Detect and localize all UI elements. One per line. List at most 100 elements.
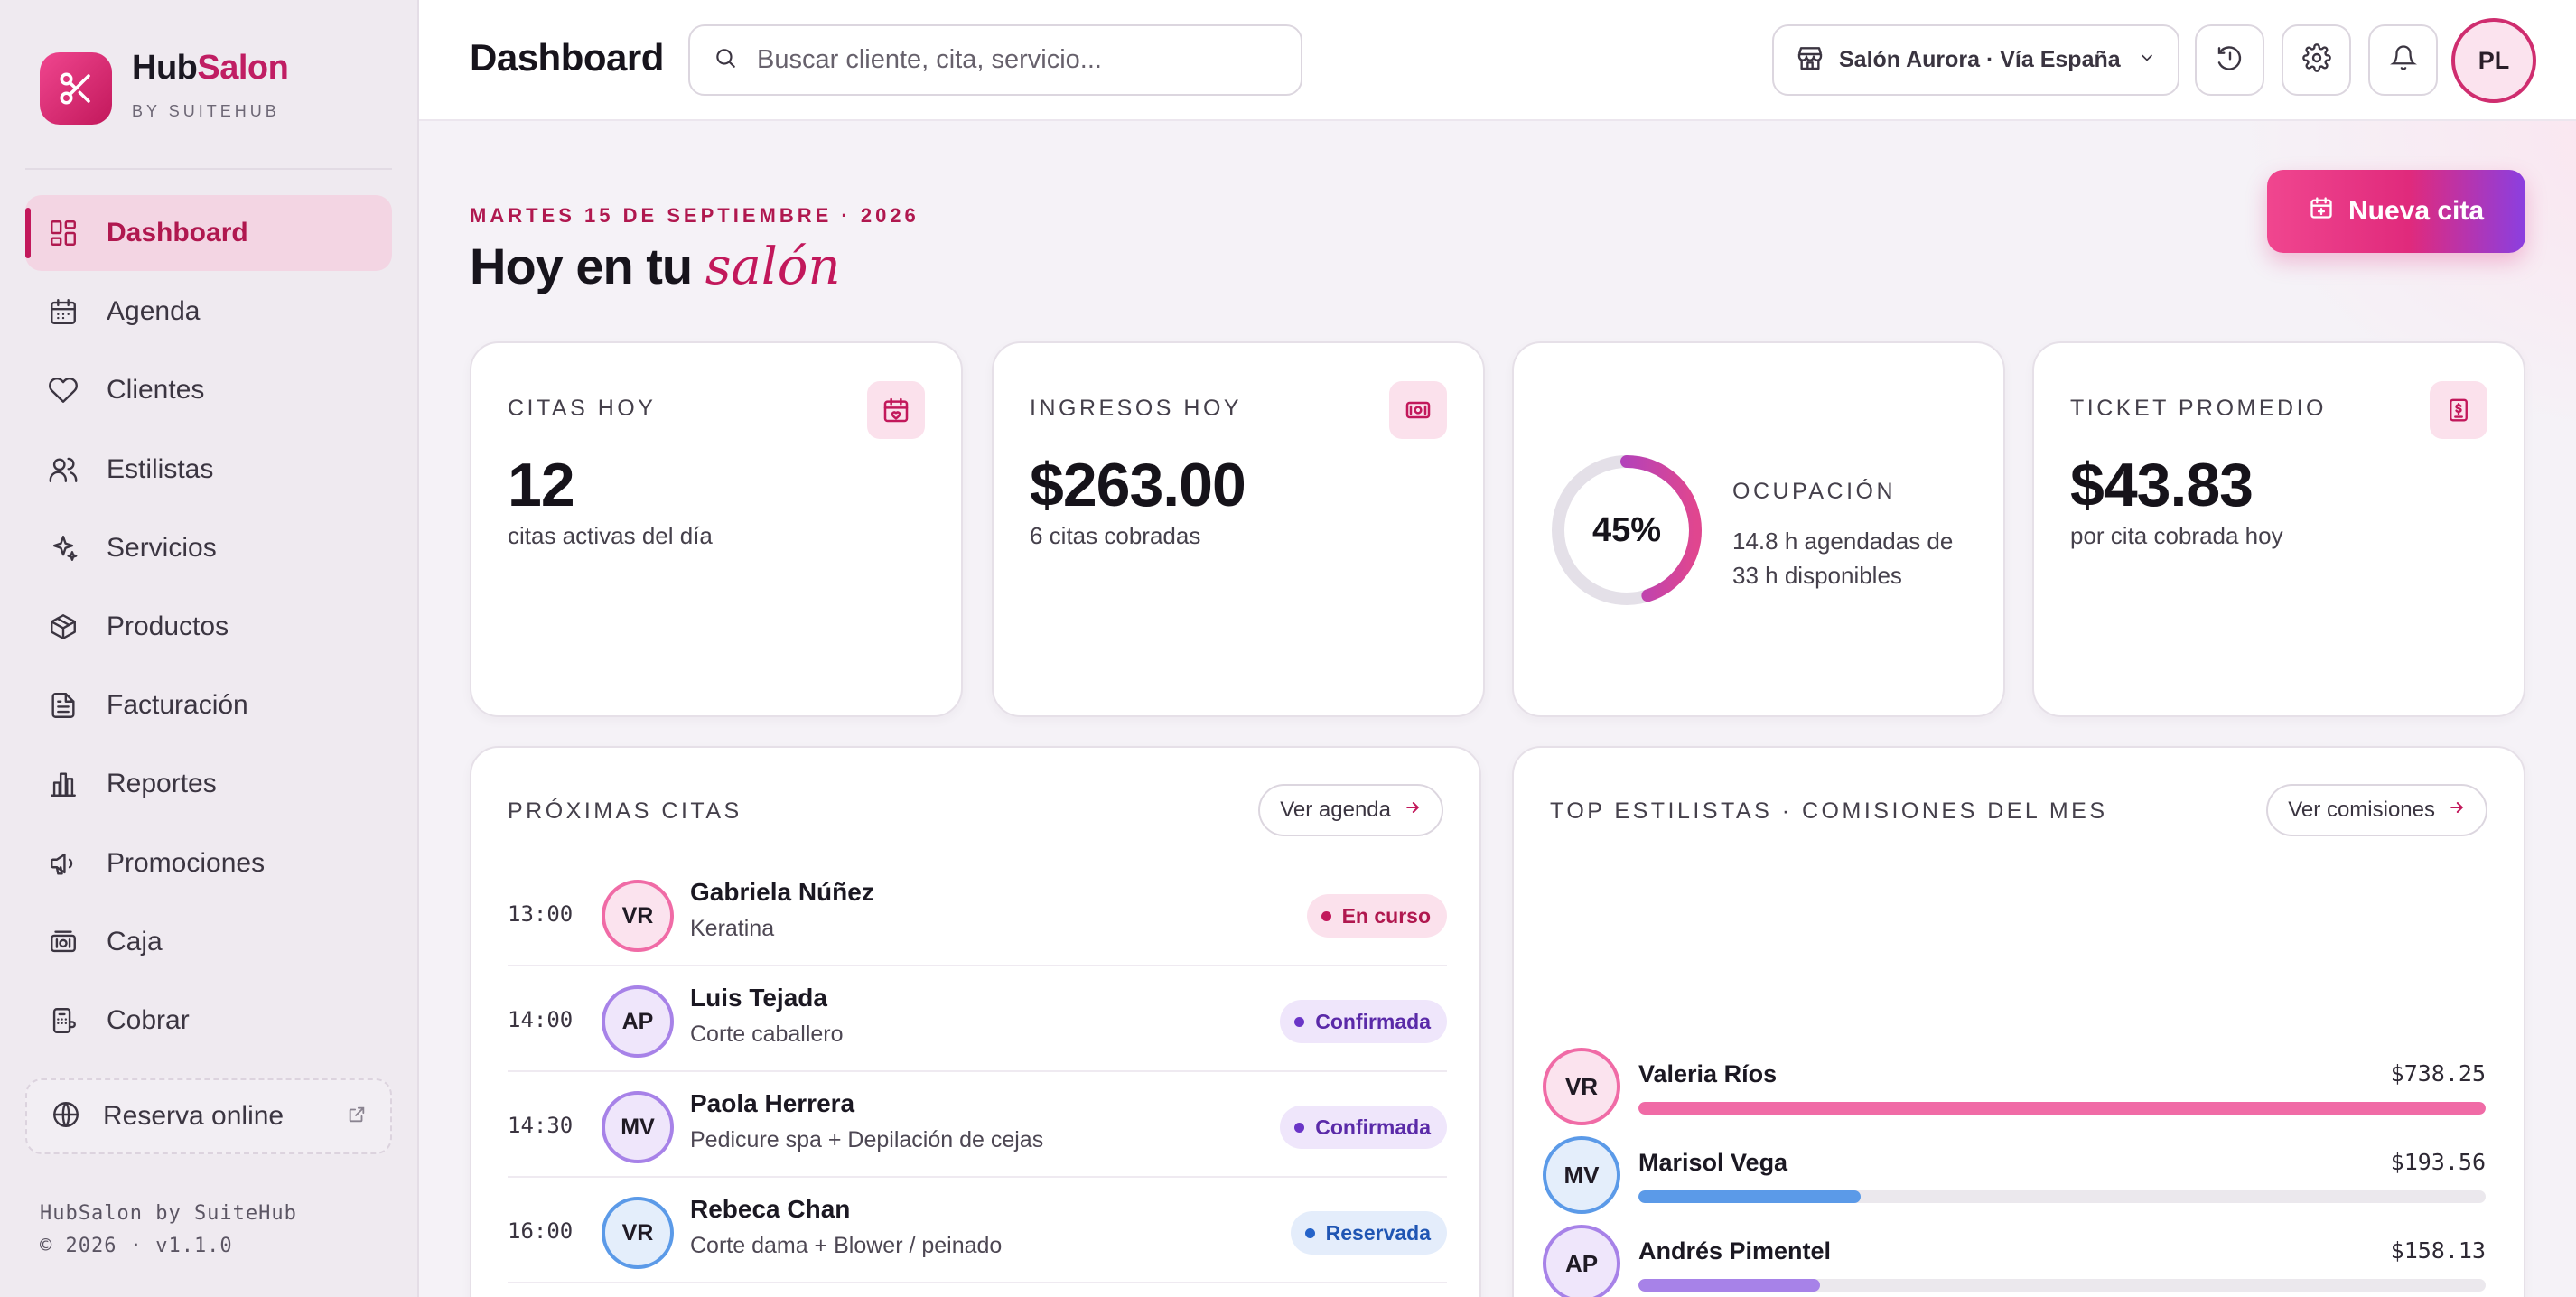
commission-bar-fill — [1638, 1102, 2486, 1115]
sidebar: HubSalon BY SUITEHUB Dashboard Agenda Clie… — [0, 0, 419, 1297]
appointment-row[interactable]: 14:30 MV Paola Herrera Pedicure spa + Depil… — [508, 1073, 1447, 1178]
reserva-online-label: Reserva online — [103, 1101, 285, 1131]
current-date: MARTES 15 DE SEPTIEMBRE · 2026 — [470, 204, 919, 227]
receipt-icon — [2430, 381, 2487, 439]
kpi-value: $263.00 — [1030, 451, 1246, 519]
stylist-avatar: MV — [602, 1091, 674, 1163]
stylist-row[interactable]: MV Marisol Vega $193.56 — [1543, 1131, 2486, 1218]
status-badge: En curso — [1306, 894, 1447, 938]
appointment-time: 13:00 — [508, 901, 574, 927]
brand[interactable]: HubSalon BY SUITEHUB — [40, 49, 289, 125]
kpi-subtitle: 14.8 h agendadas de 33 h disponibles — [1732, 527, 1954, 589]
stylist-avatar: VR — [602, 880, 674, 952]
sidebar-item-servicios[interactable]: Servicios — [25, 510, 392, 586]
calendar-icon — [47, 295, 79, 328]
sidebar-item-label: Productos — [107, 611, 229, 641]
stylist-name: Andrés Pimentel — [1638, 1237, 1832, 1264]
service-name: Corte dama + Blower / peinado — [690, 1233, 1003, 1258]
sidebar-item-clientes[interactable]: Clientes — [25, 352, 392, 428]
invoice-icon — [47, 689, 79, 722]
notifications-button[interactable] — [2368, 24, 2438, 96]
sidebar-nav: Dashboard Agenda Clientes Estilistas Servici… — [25, 195, 392, 1061]
service-name: Keratina — [690, 916, 775, 941]
view-agenda-button[interactable]: Ver agenda — [1258, 784, 1443, 836]
stylist-avatar: AP — [602, 985, 674, 1058]
stylist-row[interactable]: AP Andrés Pimentel $158.13 — [1543, 1219, 2486, 1297]
history-button[interactable] — [2195, 24, 2264, 96]
status-dot — [1304, 1227, 1315, 1238]
status-badge: Confirmada — [1280, 1000, 1447, 1043]
divider — [25, 168, 392, 170]
search-box[interactable] — [688, 24, 1302, 96]
commission-amount: $193.56 — [2390, 1149, 2486, 1175]
appointment-row[interactable]: 16:00 VR Rebeca Chan Corte dama + Blower / … — [508, 1179, 1447, 1283]
panel-title: PRÓXIMAS CITAS — [508, 798, 742, 824]
kpi-subtitle: citas activas del día — [508, 522, 713, 549]
user-avatar[interactable]: PL — [2451, 18, 2536, 103]
status-badge: Confirmada — [1280, 1106, 1447, 1149]
kpi-value: 12 — [508, 451, 575, 519]
dashboard-icon — [47, 217, 79, 249]
reserva-online-link[interactable]: Reserva online — [25, 1078, 392, 1154]
commission-bar-fill — [1638, 1190, 1861, 1203]
globe-icon — [51, 1099, 81, 1134]
sidebar-footer: HubSalon by SuiteHub © 2026 · v1.1.0 — [40, 1202, 297, 1257]
app-root: HubSalon BY SUITEHUB Dashboard Agenda Clie… — [0, 0, 2576, 1297]
settings-button[interactable] — [2282, 24, 2351, 96]
appointment-time: 14:00 — [508, 1007, 574, 1032]
sidebar-item-reportes[interactable]: Reportes — [25, 746, 392, 822]
cash-register-icon — [47, 926, 79, 958]
kpi-subtitle: 6 citas cobradas — [1030, 522, 1201, 549]
status-dot — [1294, 1122, 1305, 1133]
service-name: Pedicure spa + Depilación de cejas — [690, 1127, 1044, 1152]
status-dot — [1294, 1016, 1305, 1027]
sidebar-item-label: Agenda — [107, 296, 201, 327]
sidebar-item-caja[interactable]: Caja — [25, 904, 392, 980]
client-name: Paola Herrera — [690, 1089, 855, 1117]
search-input[interactable] — [757, 45, 1263, 75]
sidebar-item-label: Clientes — [107, 375, 205, 406]
bell-icon — [2389, 44, 2417, 76]
service-name: Corte caballero — [690, 1022, 844, 1047]
sidebar-item-label: Cobrar — [107, 1004, 190, 1035]
commission-amount: $158.13 — [2390, 1237, 2486, 1264]
kpi-subtitle: por cita cobrada hoy — [2070, 522, 2283, 549]
appointment-row[interactable]: 13:00 VR Gabriela Núñez Keratina En curso — [508, 862, 1447, 966]
commission-amount: $738.25 — [2390, 1060, 2486, 1087]
salon-selector[interactable]: Salón Aurora · Vía España — [1772, 24, 2179, 96]
kpi-label: TICKET PROMEDIO — [2070, 396, 2328, 421]
megaphone-icon — [47, 847, 79, 880]
appointment-row[interactable]: 14:00 AP Luis Tejada Corte caballero Confirm… — [508, 967, 1447, 1072]
sidebar-item-facturacion[interactable]: Facturación — [25, 667, 392, 743]
commission-bar-track — [1638, 1279, 2486, 1292]
client-name: Gabriela Núñez — [690, 878, 874, 906]
sidebar-item-label: Facturación — [107, 690, 248, 721]
kpi-value: $43.83 — [2070, 451, 2254, 519]
stylist-row[interactable]: VR Valeria Ríos $738.25 — [1543, 1042, 2486, 1129]
sidebar-item-label: Reportes — [107, 769, 217, 799]
page-title: Dashboard — [470, 36, 664, 79]
calendar-heart-icon — [867, 381, 925, 439]
client-name: Luis Tejada — [690, 984, 827, 1012]
view-commissions-button[interactable]: Ver comisiones — [2266, 784, 2487, 836]
sidebar-item-productos[interactable]: Productos — [25, 589, 392, 665]
store-icon — [1796, 43, 1825, 77]
sidebar-item-dashboard[interactable]: Dashboard — [25, 195, 392, 271]
client-name: Rebeca Chan — [690, 1195, 851, 1223]
appointment-time: 14:30 — [508, 1113, 574, 1138]
sidebar-item-agenda[interactable]: Agenda — [25, 274, 392, 350]
new-appointment-button[interactable]: Nueva cita — [2267, 170, 2525, 253]
heart-icon — [47, 374, 79, 406]
scissors-icon — [40, 52, 112, 125]
stylist-avatar: VR — [1543, 1048, 1620, 1125]
status-badge: Reservada — [1290, 1211, 1447, 1255]
sidebar-item-promociones[interactable]: Promociones — [25, 826, 392, 901]
kpi-card-ocupacion: 45% OCUPACIÓN 14.8 h agendadas de 33 h d… — [1512, 341, 2005, 717]
kpi-card-ticket: TICKET PROMEDIO $43.83 por cita cobrada … — [2032, 341, 2525, 717]
sidebar-item-cobrar[interactable]: Cobrar — [25, 983, 392, 1059]
search-icon — [714, 46, 737, 74]
commission-bar-track — [1638, 1190, 2486, 1203]
kpi-card-citas: CITAS HOY 12 citas activas del día — [470, 341, 963, 717]
sidebar-item-estilistas[interactable]: Estilistas — [25, 432, 392, 508]
commission-bar-track — [1638, 1102, 2486, 1115]
